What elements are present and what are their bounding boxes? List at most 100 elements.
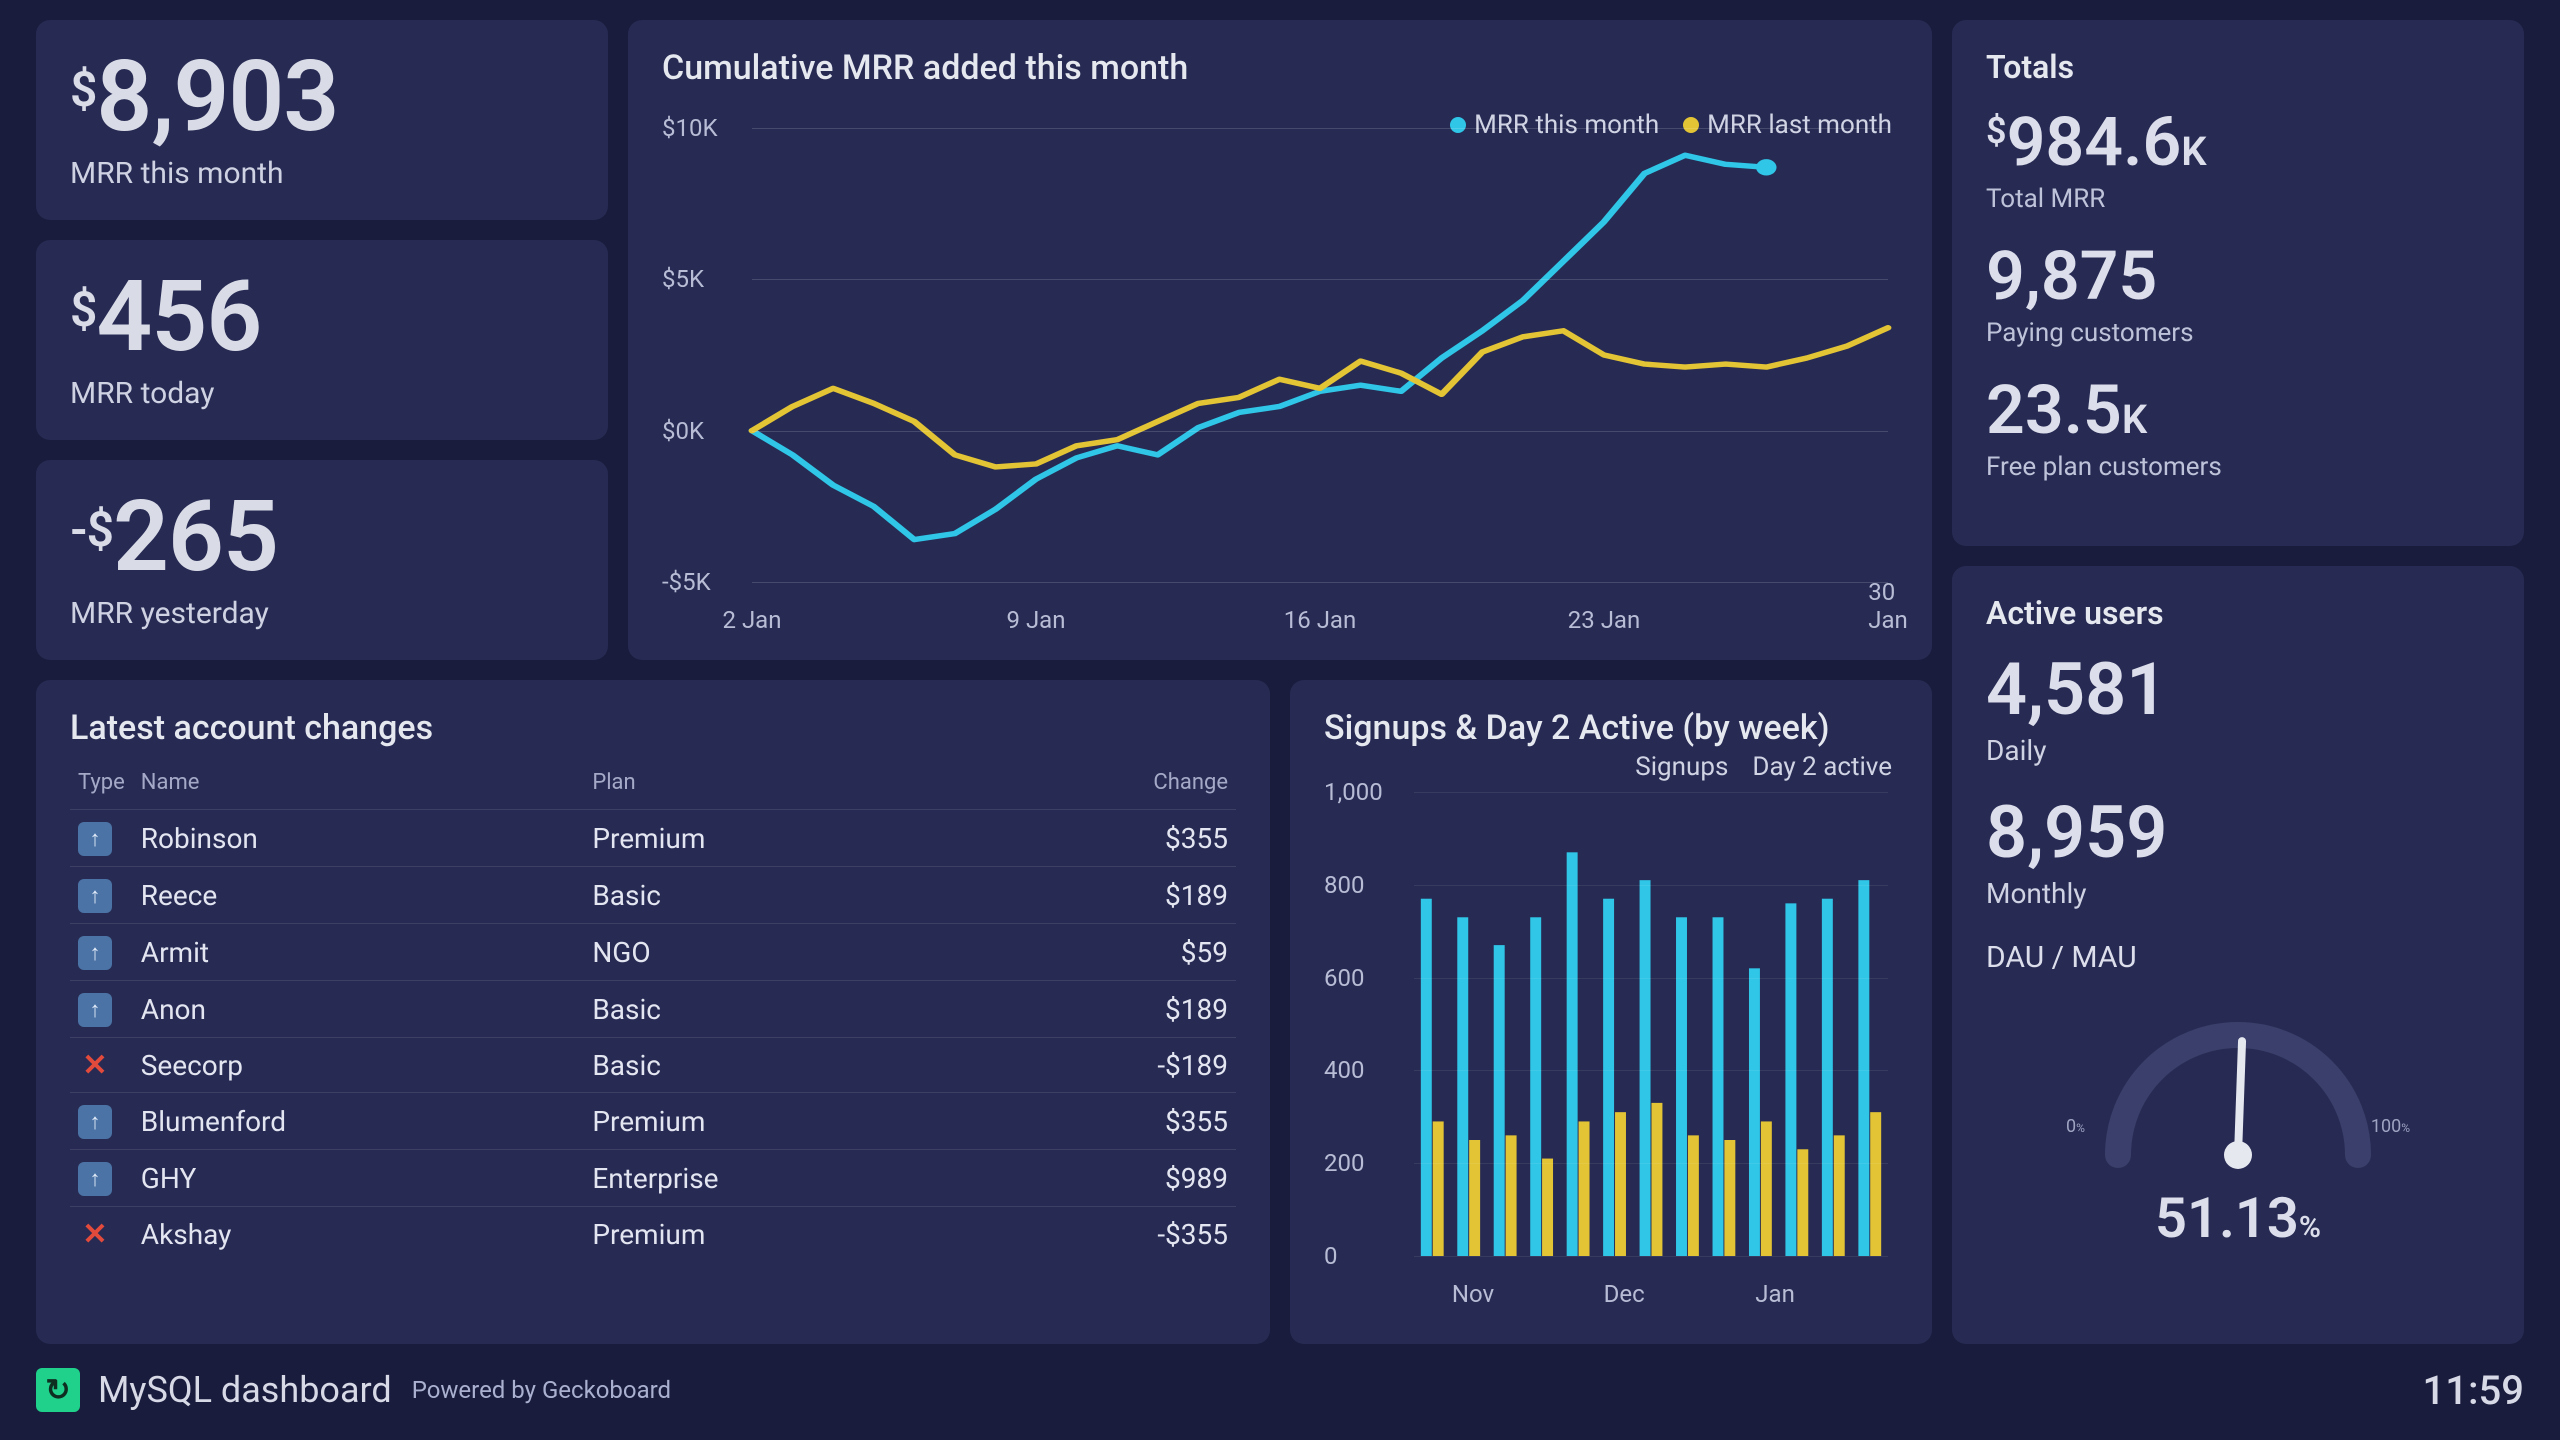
bar-svg xyxy=(1414,792,1888,1256)
y-tick: 400 xyxy=(1324,1056,1364,1084)
footer-subtitle: Powered by Geckoboard xyxy=(412,1376,671,1404)
row-name: Robinson xyxy=(133,810,585,867)
x-tick: Jan xyxy=(1755,1280,1795,1308)
kpi-label: MRR today xyxy=(70,376,574,411)
row-change: $59 xyxy=(982,924,1236,981)
kpi-label: MRR this month xyxy=(70,156,574,191)
table-header-type: Type xyxy=(70,762,133,810)
row-name: GHY xyxy=(133,1150,585,1207)
y-tick: 200 xyxy=(1324,1149,1364,1177)
gauge-value: 51.13% xyxy=(1986,1185,2490,1251)
x-tick: 16 Jan xyxy=(1284,606,1356,634)
row-type-icon xyxy=(70,867,133,924)
row-name: Armit xyxy=(133,924,585,981)
row-name: Reece xyxy=(133,867,585,924)
table-header-plan: Plan xyxy=(584,762,982,810)
table-row: RobinsonPremium$355 xyxy=(70,810,1236,867)
arrow-up-icon xyxy=(78,1162,112,1196)
table-header-name: Name xyxy=(133,762,585,810)
row-change: $189 xyxy=(982,981,1236,1038)
row-plan: Premium xyxy=(584,1207,982,1262)
y-tick: 800 xyxy=(1324,871,1364,899)
total-label: Paying customers xyxy=(1986,318,2490,348)
row-name: Seecorp xyxy=(133,1038,585,1093)
table-row: SeecorpBasic-$189 xyxy=(70,1038,1236,1093)
x-tick: 30 Jan xyxy=(1868,578,1908,634)
total-item: 9,875 Paying customers xyxy=(1986,242,2490,348)
account-changes-table: Type Name Plan Change RobinsonPremium$35… xyxy=(70,762,1236,1261)
row-change: $355 xyxy=(982,1093,1236,1150)
total-label: Free plan customers xyxy=(1986,452,2490,482)
line-plot-area xyxy=(752,128,1888,582)
totals-title: Totals xyxy=(1986,48,2490,86)
table-row: AkshayPremium-$355 xyxy=(70,1207,1236,1262)
row-change: $355 xyxy=(982,810,1236,867)
gauge: 0% 100% xyxy=(1986,985,2490,1185)
line-chart-card: Cumulative MRR added this month MRR this… xyxy=(628,20,1932,660)
kpi-mrr-yesterday: -$265 MRR yesterday xyxy=(36,460,608,660)
arrow-up-icon xyxy=(78,1105,112,1139)
y-tick: $0K xyxy=(662,417,704,445)
row-change: -$355 xyxy=(982,1207,1236,1262)
x-tick: 2 Jan xyxy=(723,606,782,634)
row-type-icon xyxy=(70,1093,133,1150)
arrow-up-icon xyxy=(78,936,112,970)
x-icon xyxy=(78,1048,112,1082)
table-row: GHYEnterprise$989 xyxy=(70,1150,1236,1207)
active-daily: 4,581 Daily xyxy=(1986,654,2490,767)
arrow-up-icon xyxy=(78,822,112,856)
table-header-change: Change xyxy=(982,762,1236,810)
kpi-mrr-today: $456 MRR today xyxy=(36,240,608,440)
kpi-number: 456 xyxy=(96,259,261,374)
total-value: 9,875 xyxy=(1986,242,2490,310)
table-row: ReeceBasic$189 xyxy=(70,867,1236,924)
bar-plot-area xyxy=(1414,792,1888,1256)
arrow-up-icon xyxy=(78,993,112,1027)
row-name: Blumenford xyxy=(133,1093,585,1150)
table-row: AnonBasic$189 xyxy=(70,981,1236,1038)
total-value: 23.5K xyxy=(1986,376,2490,444)
gauge-max: 100% xyxy=(2371,1116,2410,1137)
x-tick: Nov xyxy=(1452,1280,1494,1308)
bar-chart-card: Signups & Day 2 Active (by week) Signups… xyxy=(1290,680,1932,1344)
kpi-number: 265 xyxy=(113,479,278,594)
gauge-min: 0% xyxy=(2066,1116,2085,1137)
total-label: Total MRR xyxy=(1986,184,2490,214)
row-change: $989 xyxy=(982,1150,1236,1207)
row-plan: NGO xyxy=(584,924,982,981)
total-value: $984.6K xyxy=(1986,108,2490,176)
row-plan: Basic xyxy=(584,981,982,1038)
x-tick: Dec xyxy=(1604,1280,1645,1308)
y-tick: $5K xyxy=(662,265,704,293)
row-change: $189 xyxy=(982,867,1236,924)
active-monthly-label: Monthly xyxy=(1986,877,2490,910)
row-name: Akshay xyxy=(133,1207,585,1262)
y-tick: 1,000 xyxy=(1324,778,1383,806)
row-plan: Premium xyxy=(584,1093,982,1150)
row-change: -$189 xyxy=(982,1038,1236,1093)
table-title: Latest account changes xyxy=(70,708,1236,748)
active-title: Active users xyxy=(1986,594,2490,632)
y-tick: -$5K xyxy=(662,568,711,596)
gauge-svg xyxy=(1986,985,2490,1185)
x-icon xyxy=(78,1217,112,1251)
active-monthly-value: 8,959 xyxy=(1986,797,2490,869)
x-tick: 9 Jan xyxy=(1007,606,1066,634)
footer-clock: 11:59 xyxy=(2423,1367,2524,1414)
line-chart-body: $10K$5K$0K-$5K2 Jan9 Jan16 Jan23 Jan30 J… xyxy=(662,98,1898,632)
kpi-number: 8,903 xyxy=(96,39,338,154)
gauge-label: DAU / MAU xyxy=(1986,940,2490,975)
row-type-icon xyxy=(70,981,133,1038)
row-type-icon xyxy=(70,924,133,981)
kpi-value: $8,903 xyxy=(70,48,574,146)
line-chart-title: Cumulative MRR added this month xyxy=(662,48,1898,88)
x-tick: 23 Jan xyxy=(1568,606,1640,634)
footer: MySQL dashboard Powered by Geckoboard 11… xyxy=(36,1358,2524,1422)
footer-title: MySQL dashboard xyxy=(98,1369,392,1411)
bar-chart-body: 1,0008006004002000NovDecJan xyxy=(1324,764,1898,1316)
row-plan: Basic xyxy=(584,867,982,924)
table-row: ArmitNGO$59 xyxy=(70,924,1236,981)
table-card: Latest account changes Type Name Plan Ch… xyxy=(36,680,1270,1344)
bar-chart-title: Signups & Day 2 Active (by week) xyxy=(1324,708,1898,748)
row-plan: Basic xyxy=(584,1038,982,1093)
